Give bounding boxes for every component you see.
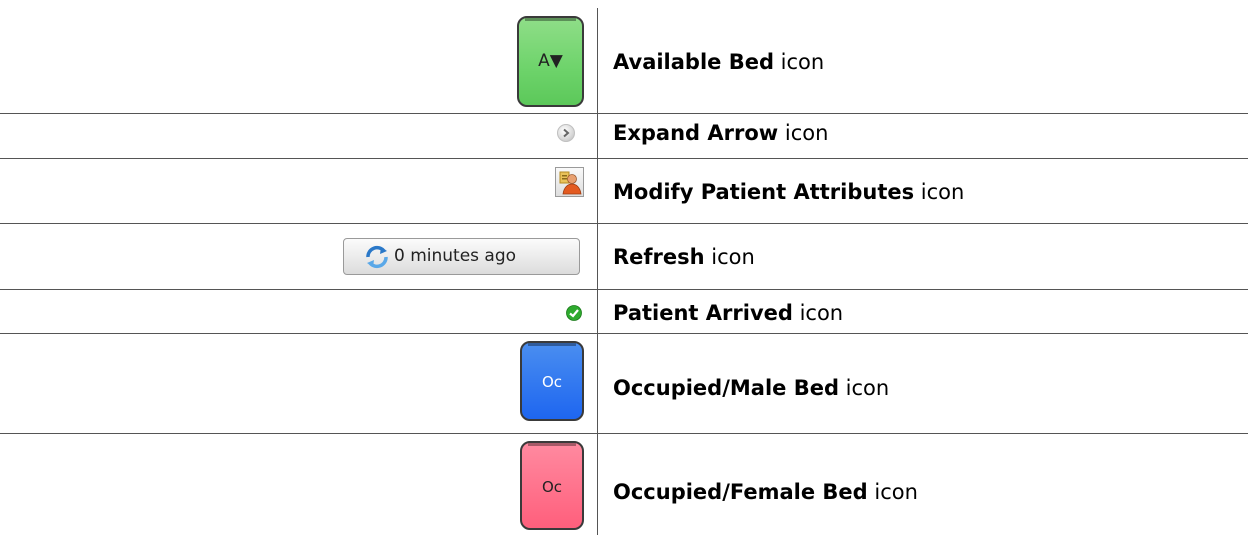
occupied-male-bed-icon: Oc (520, 341, 584, 421)
modify-patient-attributes-label-bold: Modify Patient Attributes (613, 180, 915, 204)
column-divider (597, 8, 598, 535)
patient-arrived-label: Patient Arrived icon (613, 300, 843, 326)
modify-patient-attributes-label-rest: icon (914, 180, 965, 204)
modify-patient-attributes-label: Modify Patient Attributes icon (613, 179, 964, 205)
occupied-female-bed-label: Occupied/Female Bed icon (613, 479, 918, 505)
refresh-label: Refresh icon (613, 244, 755, 270)
expand-arrow-label-bold: Expand Arrow (613, 121, 779, 145)
refresh-label-rest: icon (704, 245, 755, 269)
expand-arrow-label: Expand Arrow icon (613, 120, 828, 146)
row-divider (0, 433, 1248, 434)
expand-arrow-icon (557, 124, 575, 142)
available-bed-label: Available Bed icon (613, 49, 824, 75)
modify-patient-attributes-icon (555, 167, 584, 197)
refresh-button: 0 minutes ago (343, 238, 580, 275)
occupied-female-bed-label-rest: icon (867, 480, 918, 504)
available-bed-label-rest: icon (774, 50, 825, 74)
occupied-female-bed-label-bold: Occupied/Female Bed (613, 480, 868, 504)
row-divider (0, 158, 1248, 159)
occupied-male-bed-label-rest: icon (838, 376, 890, 400)
row-divider (0, 223, 1248, 224)
row-divider (0, 289, 1248, 290)
occupied-male-bed-label: Occupied/Male Bed icon (613, 375, 889, 401)
occupied-male-bed-icon-text: Oc (541, 373, 563, 391)
occupied-female-bed-icon: Oc (520, 441, 584, 530)
available-bed-icon: A▼ (517, 16, 584, 107)
patient-arrived-icon (566, 305, 582, 321)
refresh-icon (364, 244, 390, 274)
expand-arrow-label-rest: icon (778, 121, 829, 145)
patient-arrived-label-rest: icon (792, 301, 844, 325)
occupied-female-bed-icon-text: Oc (541, 478, 563, 496)
available-bed-label-bold: Available Bed (613, 50, 774, 74)
refresh-button-text: 0 minutes ago (394, 246, 517, 266)
row-divider (0, 113, 1248, 114)
occupied-male-bed-label-bold: Occupied/Male Bed (613, 376, 839, 400)
available-bed-icon-text: A▼ (538, 51, 563, 71)
refresh-label-bold: Refresh (613, 245, 705, 269)
row-divider (0, 333, 1248, 334)
patient-arrived-label-bold: Patient Arrived (613, 301, 793, 325)
